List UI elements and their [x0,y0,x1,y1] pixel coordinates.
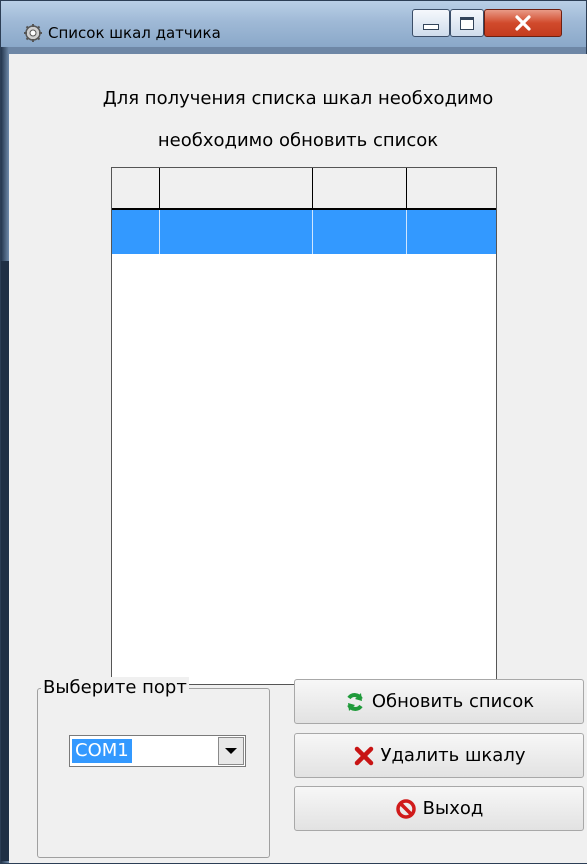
grid-header-row [112,168,496,210]
exit-label: Выход [422,798,484,819]
title-bar[interactable]: Список шкал датчика [1,1,586,47]
delete-scale-label: Удалить шкалу [380,745,526,766]
grid-cell-divider [406,210,407,254]
close-icon [515,15,531,31]
gear-icon [24,24,42,42]
maximize-button[interactable] [450,9,484,37]
refresh-list-button[interactable]: Обновить список [294,679,584,724]
info-text-line2: необходимо обновить список [157,130,439,151]
port-groupbox [37,688,270,858]
no-entry-icon [395,798,416,819]
close-button[interactable] [484,9,562,37]
port-select-value: COM1 [72,739,132,763]
exit-button[interactable]: Выход [294,786,584,831]
grid-cell-divider [159,210,160,254]
grid-cell-divider [312,210,313,254]
info-text-line1: Для получения списка шкал необходимо [102,88,494,109]
minimize-button[interactable] [412,9,450,37]
port-select[interactable]: COM1 [69,735,246,767]
dialog-window: Список шкал датчика Для получения списка… [0,0,587,864]
window-title: Список шкал датчика [48,24,221,42]
chevron-down-icon [225,748,237,754]
scales-grid[interactable] [111,167,497,685]
port-group-label: Выберите порт [41,677,189,698]
dropdown-button[interactable] [218,737,244,765]
client-area: Для получения списка шкал необходимо нео… [9,54,587,863]
refresh-list-label: Обновить список [371,691,535,712]
maximize-icon [460,16,474,30]
red-x-icon [354,746,373,765]
grid-selected-row[interactable] [112,210,496,254]
window-frame-shadow [1,261,9,861]
minimize-icon [423,24,439,30]
refresh-icon [347,692,363,711]
delete-scale-button[interactable]: Удалить шкалу [294,733,584,778]
